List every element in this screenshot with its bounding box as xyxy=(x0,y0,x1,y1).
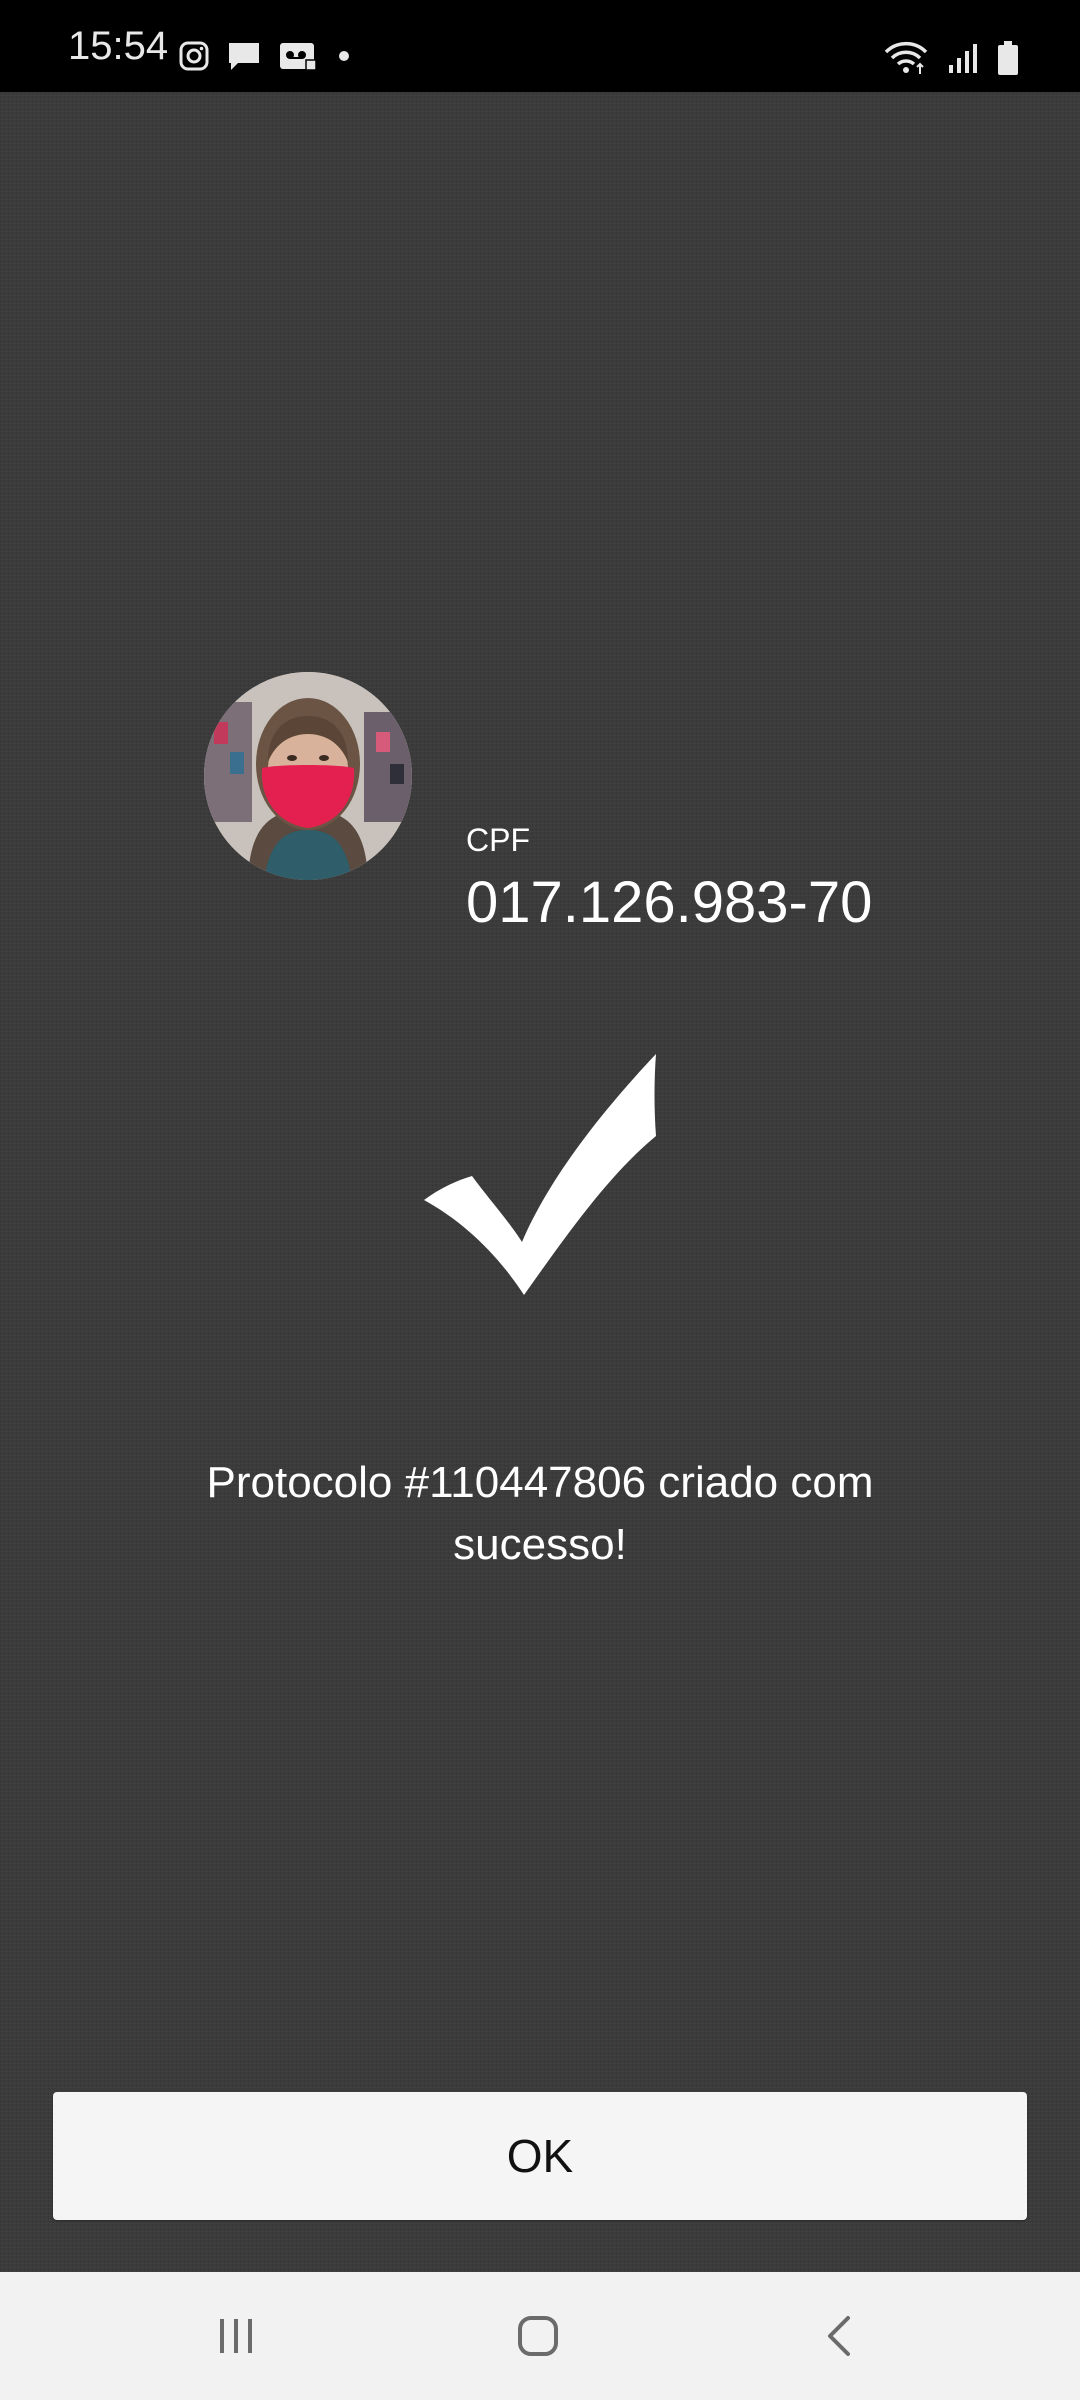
battery-icon xyxy=(998,41,1018,75)
instagram-icon xyxy=(179,41,209,71)
checkmark-icon xyxy=(424,1054,656,1295)
success-message: Protocolo #110447806 criado com sucesso! xyxy=(206,1458,874,1569)
navigation-bar xyxy=(0,2272,1080,2400)
avatar xyxy=(204,672,412,880)
notification-icons xyxy=(178,40,354,72)
back-icon xyxy=(828,2316,850,2356)
signal-icon xyxy=(949,44,977,73)
user-photo xyxy=(204,672,412,880)
home-icon xyxy=(518,2316,558,2356)
cpf-value: 017.126.983-70 xyxy=(466,870,873,935)
dot-icon xyxy=(339,51,349,61)
recents-icon xyxy=(220,2319,252,2353)
wifi-icon xyxy=(884,41,928,74)
voicemail-icon xyxy=(280,43,317,71)
status-time: 15:54 xyxy=(68,24,169,68)
ok-button[interactable]: OK xyxy=(53,2092,1027,2220)
back-button[interactable] xyxy=(804,2302,876,2370)
system-icons xyxy=(884,40,1020,76)
cpf-label: CPF xyxy=(466,822,530,858)
message-icon xyxy=(229,43,259,70)
status-bar: 15:54 xyxy=(0,0,1080,92)
home-button[interactable] xyxy=(502,2302,574,2370)
recents-button[interactable] xyxy=(200,2302,272,2370)
